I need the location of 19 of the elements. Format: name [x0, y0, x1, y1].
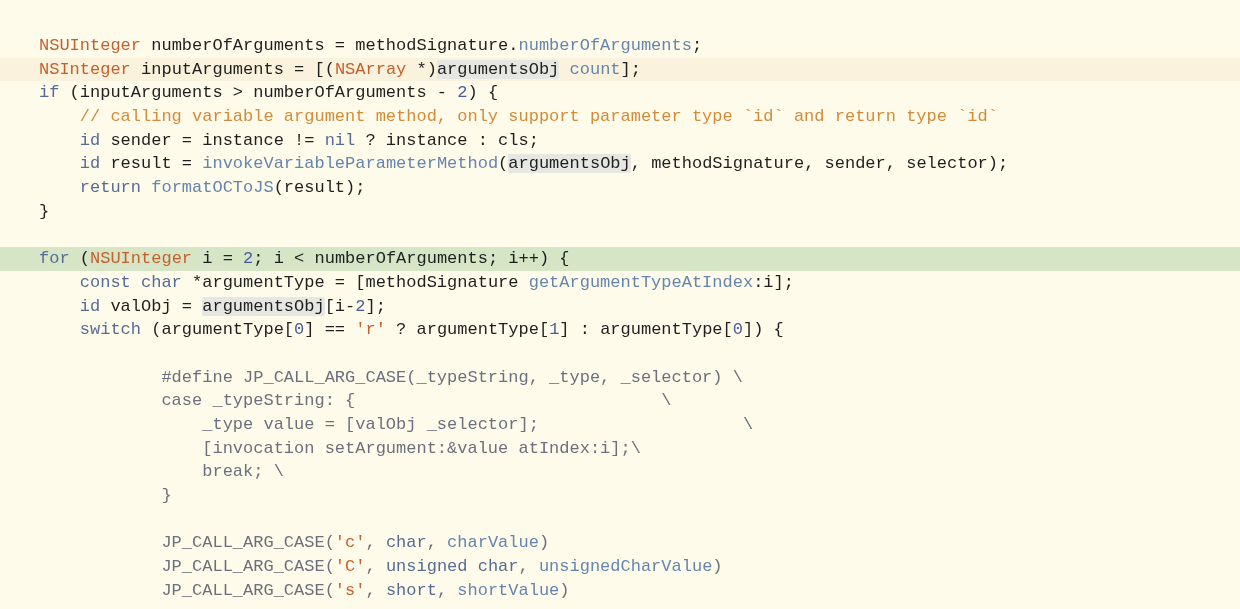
code-line: case _typeString: { \ [160, 390, 673, 413]
code-line: return formatOCToJS(result); [78, 177, 367, 200]
code-line: id result = invokeVariableParameterMethod(argumentsObj, methodSignature, sender, selector); [78, 153, 1010, 176]
code-line: _type value = [valObj _selector]; \ [201, 414, 755, 436]
code-line: JP_CALL_ARG_CASE('c', char, charValue) [160, 532, 551, 555]
code-line: if (inputArguments > numberOfArguments - 2) { [38, 82, 500, 105]
code-line: const char *argumentType = [methodSignature getArgumentTypeAtIndex:i]; [78, 271, 795, 294]
code-line: id valObj = argumentsObj[i-2]; [78, 295, 387, 318]
code-line: JP_CALL_ARG_CASE('s', short, shortValue) [160, 579, 571, 602]
code-line: #define JP_CALL_ARG_CASE(_typeString, _type, _selector) \ [160, 366, 744, 389]
code-line: JP_CALL_ARG_CASE('C', unsigned char, unsignedCharValue) [160, 556, 724, 579]
code-line: } [160, 485, 173, 508]
code-line: switch (argumentType[0] == 'r' ? argumentType[1] : argumentType[0]) { [78, 319, 785, 342]
code-line: NSUInteger numberOfArguments = methodSignature.numberOfArguments; [38, 35, 704, 57]
code-line: id sender = instance != nil ? instance : cls; [78, 129, 540, 152]
code-line: break; \ [201, 461, 285, 484]
code-line: } [38, 200, 51, 223]
code-line: [invocation setArgument:&value atIndex:i];\ [201, 437, 642, 460]
code-line: // calling variable argument method, only support parameter type `id` and return type `id` [78, 106, 999, 129]
